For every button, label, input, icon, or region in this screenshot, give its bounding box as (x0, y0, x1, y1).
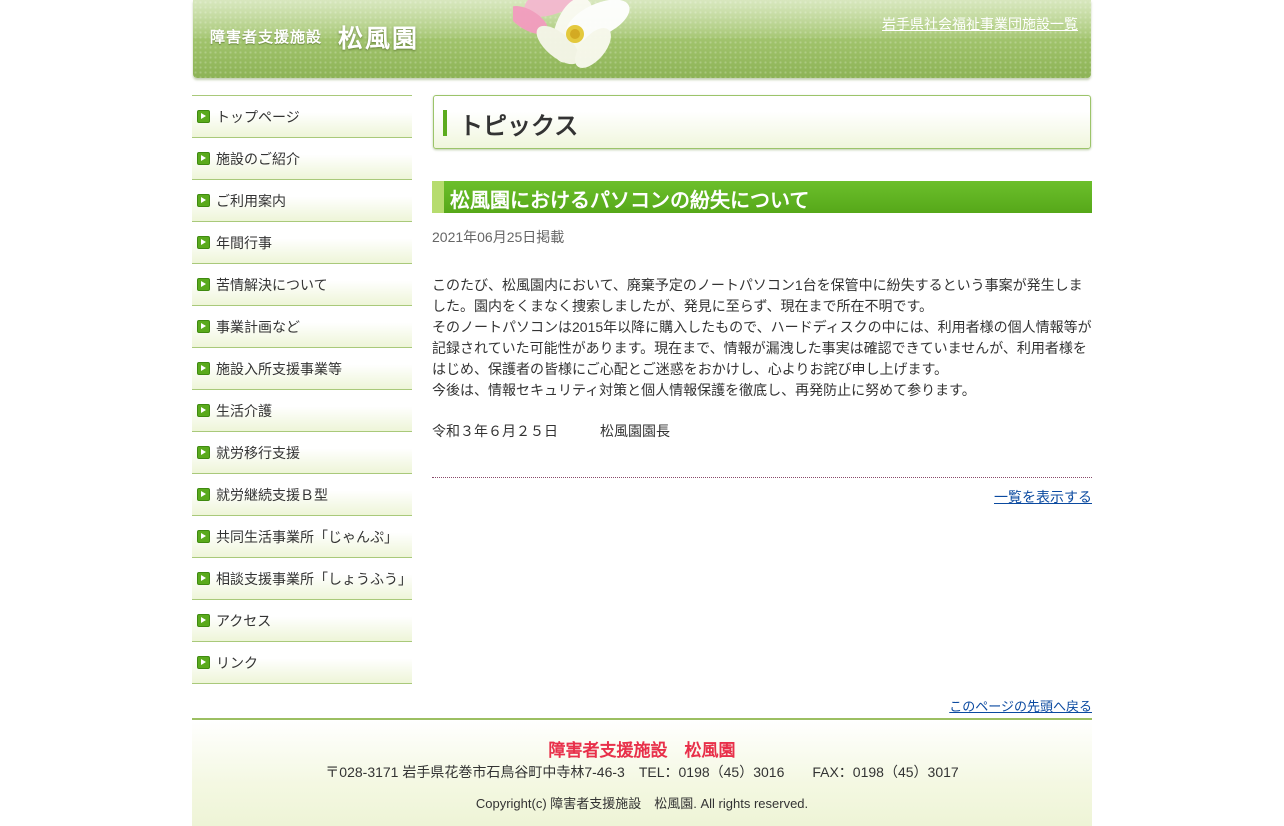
arrow-bullet-icon (197, 194, 210, 207)
logo-title: 松風園 (338, 24, 420, 53)
article-signature: 令和３年６月２５日 松風園園長 (432, 421, 670, 441)
sidebar-item-label: ご利用案内 (216, 192, 286, 209)
sidebar-item-label: アクセス (216, 612, 272, 629)
sidebar-item-label: 就労移行支援 (216, 444, 300, 461)
arrow-bullet-icon (197, 488, 210, 501)
facility-list-link[interactable]: 岩手県社会福祉事業団施設一覧 (882, 14, 1078, 34)
title-accent (432, 181, 444, 213)
sidebar-item-complaints[interactable]: 苦情解決について (192, 263, 412, 305)
content-divider (432, 477, 1092, 478)
sidebar-item-top[interactable]: トップページ (192, 95, 412, 137)
arrow-bullet-icon (197, 278, 210, 291)
sidebar-item-life-care[interactable]: 生活介護 (192, 389, 412, 431)
cosmos-flower-image (513, 0, 630, 68)
site-header: 障害者支援施設 松風園 岩手県社会福祉事業団施設一覧 (193, 0, 1091, 78)
sidebar-item-label: 事業計画など (216, 318, 300, 335)
site-footer: 障害者支援施設 松風園 〒028-3171 岩手県花巻市石鳥谷町中寺林7-46-… (192, 718, 1092, 826)
sidebar-item-label: 就労継続支援Ｂ型 (216, 486, 328, 503)
arrow-bullet-icon (197, 446, 210, 459)
sidebar-item-label: リンク (216, 654, 258, 671)
sidebar-item-group-home[interactable]: 共同生活事業所「じゃんぷ」 (192, 515, 412, 557)
arrow-bullet-icon (197, 110, 210, 123)
arrow-bullet-icon (197, 152, 210, 165)
sidebar-item-label: トップページ (216, 108, 300, 125)
sidebar-item-consultation[interactable]: 相談支援事業所「しょうふう」 (192, 557, 412, 599)
sidebar-item-label: 生活介護 (216, 402, 272, 419)
article-date: 2021年06月25日掲載 (432, 229, 565, 245)
footer-facility-name: 障害者支援施設 松風園 (548, 741, 736, 760)
article-paragraph: このたび、松風園内において、廃棄予定のノートパソコン1台を保管中に紛失するという… (432, 277, 1083, 314)
arrow-bullet-icon (197, 614, 210, 627)
footer-address: 〒028-3171 岩手県花巻市石鳥谷町中寺林7-46-3 TEL：0198（4… (325, 764, 959, 780)
sidebar-item-label: 施設入所支援事業等 (216, 360, 342, 377)
signature-name: 松風園園長 (600, 423, 670, 439)
sidebar-item-guide[interactable]: ご利用案内 (192, 179, 412, 221)
sidebar-item-label: 年間行事 (216, 234, 272, 251)
sidebar-nav: トップページ 施設のご紹介 ご利用案内 年間行事 苦情解決について 事業計画など… (192, 95, 412, 684)
arrow-bullet-icon (197, 656, 210, 669)
arrow-bullet-icon (197, 236, 210, 249)
heading-accent-bar (443, 110, 447, 136)
article-paragraph: 今後は、情報セキュリティ対策と個人情報保護を徹底し、再発防止に努めて参ります。 (432, 382, 976, 398)
section-heading-box: トピックス (433, 95, 1091, 149)
sidebar-item-access[interactable]: アクセス (192, 599, 412, 641)
sidebar-item-events[interactable]: 年間行事 (192, 221, 412, 263)
back-to-top-link[interactable]: このページの先頭へ戻る (949, 696, 1092, 715)
sidebar-item-label: 相談支援事業所「しょうふう」 (216, 570, 412, 587)
logo-subtitle: 障害者支援施設 (210, 28, 323, 46)
arrow-bullet-icon (197, 362, 210, 375)
show-list-link[interactable]: 一覧を表示する (994, 487, 1092, 507)
signature-date: 令和３年６月２５日 (432, 423, 558, 439)
page-title: トピックス (459, 113, 579, 140)
sidebar-item-business-plan[interactable]: 事業計画など (192, 305, 412, 347)
sidebar-item-label: 施設のご紹介 (216, 150, 300, 167)
sidebar-item-links[interactable]: リンク (192, 641, 412, 684)
sidebar-item-label: 苦情解決について (216, 276, 328, 293)
article-title-bar: 松風園におけるパソコンの紛失について (432, 181, 1092, 213)
sidebar-item-introduction[interactable]: 施設のご紹介 (192, 137, 412, 179)
arrow-bullet-icon (197, 530, 210, 543)
arrow-bullet-icon (197, 404, 210, 417)
arrow-bullet-icon (197, 320, 210, 333)
sidebar-item-employment-transition[interactable]: 就労移行支援 (192, 431, 412, 473)
footer-copyright: Copyright(c) 障害者支援施設 松風園. All rights res… (475, 796, 809, 811)
sidebar-item-employment-continuation-b[interactable]: 就労継続支援Ｂ型 (192, 473, 412, 515)
article-body: このたび、松風園内において、廃棄予定のノートパソコン1台を保管中に紛失するという… (432, 275, 1094, 401)
arrow-bullet-icon (197, 572, 210, 585)
sidebar-item-residential-support[interactable]: 施設入所支援事業等 (192, 347, 412, 389)
sidebar-item-label: 共同生活事業所「じゃんぷ」 (216, 528, 398, 545)
article-paragraph: そのノートパソコンは2015年以降に購入したもので、ハードディスクの中には、利用… (432, 319, 1092, 377)
article-title: 松風園におけるパソコンの紛失について (450, 190, 810, 212)
